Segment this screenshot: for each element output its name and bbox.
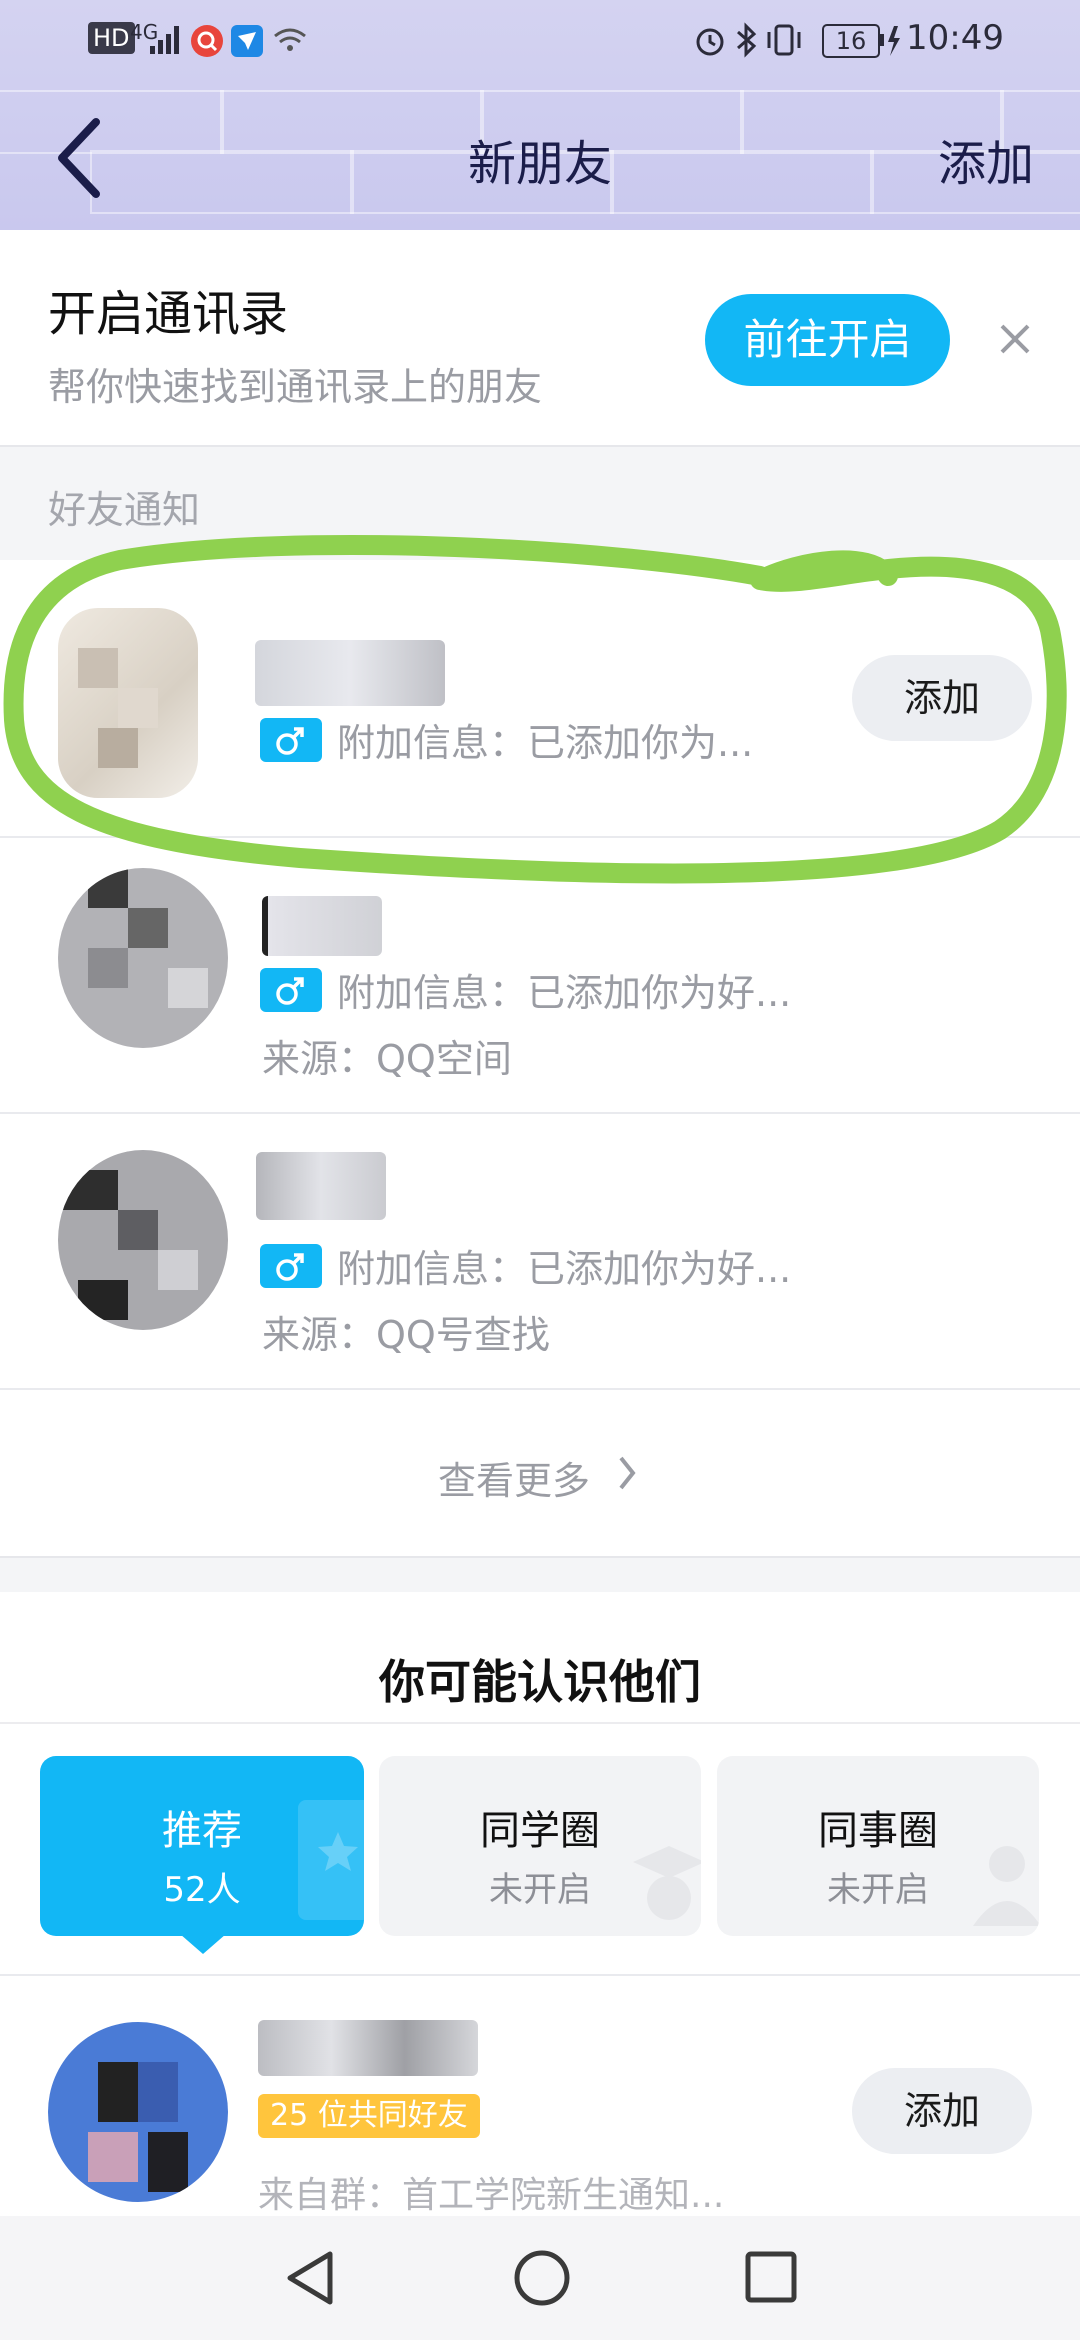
- contacts-banner-subtitle: 帮你快速找到通讯录上的朋友: [48, 365, 543, 409]
- suggest-title: 你可能认识他们: [379, 1655, 701, 1709]
- notification-source: 来源：QQ空间: [262, 1037, 512, 1081]
- page-title: 新朋友: [467, 136, 612, 192]
- tab-recommend-label: 推荐: [162, 1808, 242, 1854]
- view-more-row[interactable]: 查看更多: [0, 1390, 1080, 1556]
- close-icon[interactable]: [998, 322, 1032, 356]
- header: HD 4G 16 10:49 新朋友 添加: [0, 0, 1080, 230]
- avatar[interactable]: [58, 1150, 228, 1330]
- system-nav-bar: [0, 2216, 1080, 2340]
- vibrate-icon: [767, 24, 801, 56]
- highlight-annotation: [3, 534, 1067, 884]
- add-friend-button[interactable]: 添加: [938, 124, 1034, 194]
- wifi-icon: [274, 28, 306, 51]
- hd-badge: HD: [88, 22, 135, 54]
- male-icon: [260, 1244, 322, 1288]
- nickname: [256, 1152, 386, 1220]
- suggested-source: 来自群：首工学院新生通知...: [258, 2175, 725, 2216]
- tab-pointer: [180, 1934, 226, 1954]
- notification-item[interactable]: 附加信息：已添加你为好... 来源：QQ号查找: [0, 1114, 1080, 1388]
- status-bar: HD 4G 16 10:49: [0, 0, 1080, 80]
- suggested-person[interactable]: 25 位共同好友 来自群：首工学院新生通知... 添加: [0, 1976, 1080, 2216]
- app-notification-icon: [191, 25, 223, 57]
- chevron-right-icon: [619, 1456, 636, 1490]
- tab-classmates-status: 未开启: [489, 1870, 591, 1910]
- tab-colleagues[interactable]: 同事圈 未开启: [717, 1756, 1039, 1936]
- tab-colleagues-status: 未开启: [827, 1870, 929, 1910]
- tab-classmates[interactable]: 同学圈 未开启: [379, 1756, 701, 1936]
- message-app-icon: [231, 25, 263, 57]
- battery-level: 16: [822, 24, 880, 58]
- male-icon: [260, 968, 322, 1012]
- notification-info: 附加信息：已添加你为好...: [337, 1247, 792, 1291]
- nickname: [258, 2020, 478, 2076]
- mutual-friends-badge: 25 位共同好友: [258, 2094, 480, 2138]
- charging-icon: [880, 26, 900, 56]
- add-suggested-button[interactable]: 添加: [852, 2068, 1032, 2154]
- tab-recommend-count: 52人: [163, 1870, 241, 1910]
- tab-recommend[interactable]: 推荐 52人: [40, 1756, 364, 1936]
- tab-classmates-label: 同学圈: [480, 1808, 600, 1854]
- bluetooth-icon: [737, 22, 757, 58]
- contacts-banner: 开启通讯录 帮你快速找到通讯录上的朋友 前往开启: [0, 230, 1080, 445]
- nav-back-icon[interactable]: [284, 2248, 336, 2308]
- open-contacts-button[interactable]: 前往开启: [705, 294, 950, 386]
- notification-info: 附加信息：已添加你为好...: [337, 971, 792, 1015]
- nav-home-icon[interactable]: [512, 2248, 572, 2308]
- alarm-icon: [696, 28, 724, 56]
- signal-icon: [150, 26, 179, 54]
- nav-recents-icon[interactable]: [744, 2250, 798, 2306]
- tab-colleagues-label: 同事圈: [818, 1808, 938, 1854]
- suggest-header: 你可能认识他们: [0, 1592, 1080, 1724]
- contacts-banner-title: 开启通讯录: [48, 286, 289, 342]
- avatar[interactable]: [48, 2022, 228, 2202]
- view-more-label[interactable]: 查看更多: [438, 1450, 590, 1505]
- notification-source: 来源：QQ号查找: [262, 1313, 550, 1357]
- clock: 10:49: [906, 18, 1004, 58]
